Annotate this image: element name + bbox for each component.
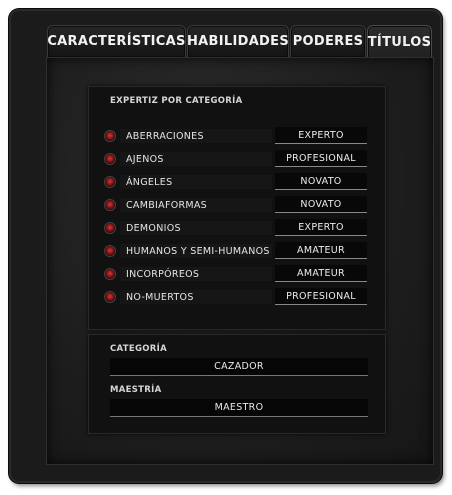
category-level: PROFESIONAL [275, 288, 367, 305]
category-label: INCORPÓREOS [120, 267, 272, 281]
tab-titulos[interactable]: TÍTULOS [367, 25, 432, 59]
category-heading: CATEGORÍA [110, 344, 167, 354]
indicator-icon [105, 269, 115, 279]
category-level: NOVATO [275, 196, 367, 213]
indicator-icon [105, 131, 115, 141]
category-level: EXPERTO [275, 219, 367, 236]
indicator-icon [105, 154, 115, 164]
category-level: PROFESIONAL [275, 150, 367, 167]
mastery-heading: MAESTRÍA [110, 385, 162, 395]
indicator-icon [105, 200, 115, 210]
indicator-icon [105, 246, 115, 256]
tab-caracteristicas[interactable]: CARACTERÍSTICAS [47, 25, 186, 57]
category-level: NOVATO [275, 173, 367, 190]
category-level: AMATEUR [275, 242, 367, 259]
indicator-icon [105, 177, 115, 187]
indicator-icon [105, 292, 115, 302]
expertise-title: EXPERTIZ POR CATEGORÍA [110, 96, 243, 106]
category-label: CAMBIAFORMAS [120, 198, 272, 212]
category-label: AJENOS [120, 152, 272, 166]
category-level: EXPERTO [275, 127, 367, 144]
tab-poderes[interactable]: PODERES [290, 25, 366, 57]
mastery-value-field: MAESTRO [110, 399, 368, 417]
category-label: DEMONIOS [120, 221, 272, 235]
category-label: ÁNGELES [120, 175, 272, 189]
category-label: HUMANOS Y SEMI-HUMANOS [120, 244, 272, 258]
category-value-field: CAZADOR [110, 358, 368, 376]
category-label: ABERRACIONES [120, 129, 272, 143]
category-label: NO-MUERTOS [120, 290, 272, 304]
category-level: AMATEUR [275, 265, 367, 282]
indicator-icon [105, 223, 115, 233]
tab-habilidades[interactable]: HABILIDADES [187, 25, 289, 57]
